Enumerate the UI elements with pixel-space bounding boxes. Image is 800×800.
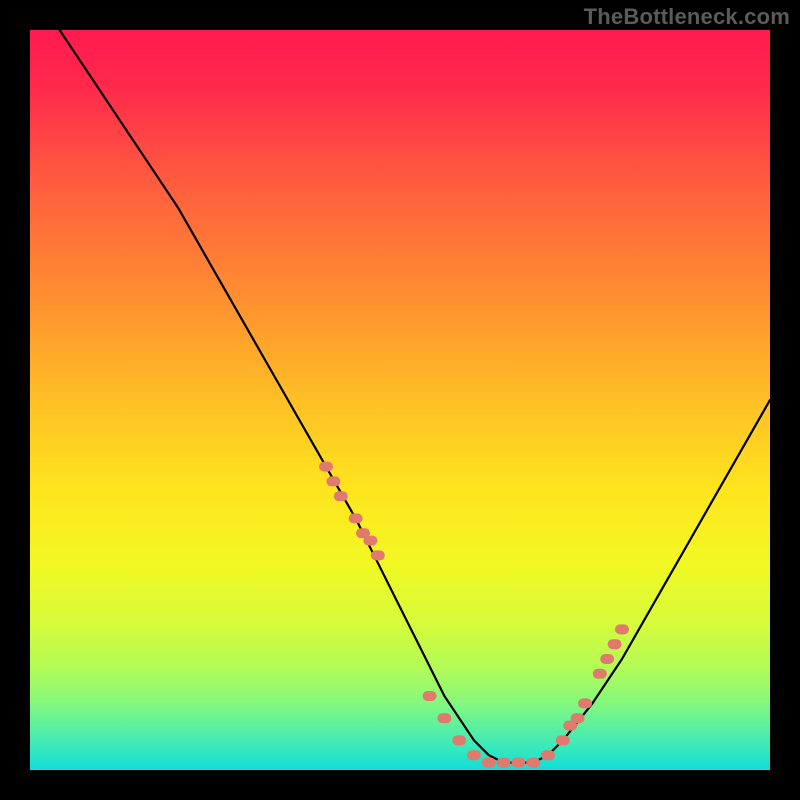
- highlight-dot: [452, 735, 466, 745]
- highlight-dot: [556, 735, 570, 745]
- highlight-dot: [608, 639, 622, 649]
- highlight-dot: [482, 758, 496, 768]
- chart-frame: TheBottleneck.com: [0, 0, 800, 800]
- highlight-dot: [511, 758, 525, 768]
- highlight-dot: [578, 698, 592, 708]
- plot-background: [30, 30, 770, 770]
- highlight-dot: [541, 750, 555, 760]
- highlight-dot: [600, 654, 614, 664]
- highlight-dot: [497, 758, 511, 768]
- highlight-dot: [615, 624, 629, 634]
- highlight-dot: [526, 758, 540, 768]
- highlight-dot: [349, 513, 363, 523]
- highlight-dot: [593, 669, 607, 679]
- highlight-dot: [334, 491, 348, 501]
- highlight-dot: [423, 691, 437, 701]
- highlight-dot: [437, 713, 451, 723]
- highlight-dot: [363, 536, 377, 546]
- highlight-dot: [571, 713, 585, 723]
- bottleneck-chart: [0, 0, 800, 800]
- highlight-dot: [326, 476, 340, 486]
- highlight-dot: [467, 750, 481, 760]
- highlight-dot: [319, 462, 333, 472]
- highlight-dot: [371, 550, 385, 560]
- watermark-text: TheBottleneck.com: [584, 4, 790, 30]
